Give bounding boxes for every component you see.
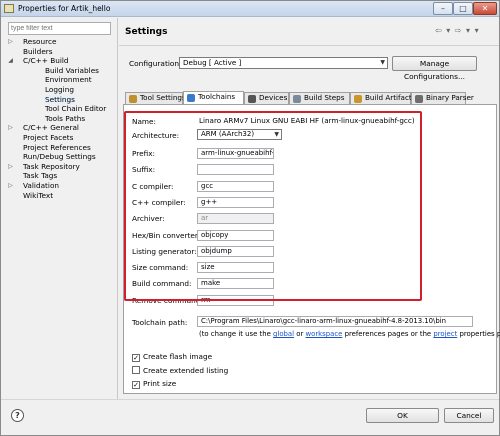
tree-item-label: WikiText [23, 190, 54, 200]
maximize-button[interactable]: □ [453, 2, 473, 15]
tree-item-builders[interactable]: Builders [23, 47, 53, 57]
configuration-select[interactable]: Debug [ Active ] ▼ [179, 57, 388, 69]
tree-item-label: C/C++ General [23, 123, 79, 133]
toolchain-note: (to change it use the global or workspac… [199, 330, 500, 338]
properties-window: Properties for Artik_hello – □ ✕ ▷ Resour… [0, 0, 500, 436]
tab-label: Build Artifact [365, 93, 412, 102]
toolchain-path-label: Toolchain path: [132, 318, 188, 327]
tree-item-label: Project References [23, 142, 91, 152]
tab-icon [248, 95, 256, 103]
checkbox-label: Create extended listing [143, 365, 229, 375]
tree-item-label: Project Facets [23, 133, 74, 142]
tree-item-label: Build Variables [45, 65, 99, 75]
tree-item-tools-paths[interactable]: Tools Paths [45, 114, 85, 124]
close-button[interactable]: ✕ [473, 2, 497, 15]
tree-item-label: Builders [23, 46, 53, 56]
tree-item-label: Task Repository [23, 161, 80, 171]
tree-item-environment[interactable]: Environment [45, 75, 92, 85]
tree-item-resource[interactable]: Resource [23, 37, 56, 47]
checkbox-create-flash-image[interactable]: ✓ Create flash image [132, 352, 212, 362]
properties-tree: ▷ Resource Builders ◢ C/C++ Build Build Varia… [5, 37, 115, 399]
tab-label: Toolchains [198, 92, 236, 101]
checkbox-label: Print size [143, 379, 177, 388]
tree-expand-icon[interactable]: ▷ [7, 163, 14, 170]
tree-item-c-c-build[interactable]: C/C++ Build [23, 56, 69, 66]
app-icon [4, 4, 14, 13]
footer-separator [1, 399, 499, 400]
cancel-button[interactable]: Cancel [444, 408, 494, 423]
window-title: Properties for Artik_hello [18, 4, 111, 13]
tab-label: Tool Settings [140, 93, 186, 102]
tab-icon [129, 95, 137, 103]
configuration-label: Configuration: [129, 59, 182, 68]
tree-item-label: Run/Debug Settings [23, 152, 96, 162]
project-link[interactable]: project [433, 330, 457, 338]
tree-item-logging[interactable]: Logging [45, 85, 74, 95]
note-text: preferences pages or the [342, 330, 434, 338]
toolchain-path-field[interactable]: C:\Program Files\Linaro\gcc-linaro-arm-l… [197, 316, 473, 327]
tab-icon [415, 95, 423, 103]
workspace-link[interactable]: workspace [306, 330, 343, 338]
tree-item-label: Validation [23, 181, 60, 190]
checkbox-create-extended-listing[interactable]: Create extended listing [132, 365, 229, 375]
configuration-value: Debug [ Active ] [183, 58, 242, 67]
chevron-down-icon: ▼ [380, 59, 385, 66]
help-icon[interactable]: ? [11, 409, 24, 422]
ok-button[interactable]: OK [366, 408, 439, 423]
checkbox-print-size[interactable]: ✓ Print size [132, 379, 176, 389]
header-separator [119, 45, 499, 46]
note-text: properties pa [459, 330, 500, 338]
tree-item-label: Environment [45, 75, 92, 85]
checkbox-box[interactable] [132, 365, 140, 374]
manage-configurations-button[interactable]: Manage Configurations... [392, 56, 477, 81]
tree-item-build-variables[interactable]: Build Variables [45, 66, 99, 76]
tree-item-tool-chain-editor[interactable]: Tool Chain Editor [45, 104, 106, 114]
tree-item-label: Logging [45, 85, 74, 94]
tree-item-run-debug-settings[interactable]: Run/Debug Settings [23, 152, 96, 162]
tab-tool-settings[interactable]: Tool Settings [125, 92, 186, 104]
checkbox-label: Create flash image [143, 352, 213, 361]
tab-icon [293, 95, 301, 103]
tree-item-label: Task Tags [23, 171, 58, 181]
global-link[interactable]: global [273, 330, 294, 338]
tab-label: Devices [259, 93, 288, 102]
tree-expand-icon[interactable]: ▷ [7, 38, 14, 45]
tree-item-label: Tool Chain Editor [45, 104, 107, 114]
tab-icon [187, 94, 195, 102]
tree-item-label: Settings [45, 94, 75, 104]
tree-item-task-repository[interactable]: Task Repository [23, 162, 80, 172]
splitter[interactable] [117, 18, 118, 400]
tab-binary-parser[interactable]: Binary Parser [411, 92, 474, 104]
tree-item-c-c-general[interactable]: C/C++ General [23, 123, 79, 133]
tree-item-settings[interactable]: Settings [45, 94, 75, 105]
checkbox-box[interactable]: ✓ [132, 381, 140, 389]
tab-devices[interactable]: Devices [244, 92, 289, 104]
tree-item-task-tags[interactable]: Task Tags [23, 171, 57, 181]
tab-build-steps[interactable]: Build Steps [289, 92, 350, 104]
title-bar[interactable]: Properties for Artik_hello – □ ✕ [1, 1, 499, 17]
history-nav-icons[interactable]: ⇦ ▾ ⇨ ▾ ▾ [435, 26, 480, 35]
tab-toolchains[interactable]: Toolchains [183, 91, 244, 104]
tree-expand-icon[interactable]: ▷ [7, 124, 14, 131]
tree-item-label: C/C++ Build [23, 56, 69, 66]
page-title: Settings [125, 27, 168, 37]
note-text: (to change it use the [199, 330, 274, 338]
tree-expand-icon[interactable]: ▷ [7, 182, 14, 189]
note-text: or [294, 330, 306, 338]
annotation-highlight-box [124, 111, 422, 301]
tab-label: Binary Parser [426, 93, 474, 102]
tab-icon [354, 95, 362, 103]
tab-label: Build Steps [304, 93, 345, 102]
tree-expand-icon[interactable]: ◢ [7, 57, 14, 64]
tree-item-project-facets[interactable]: Project Facets [23, 133, 73, 143]
checkbox-box[interactable]: ✓ [132, 354, 140, 362]
filter-input[interactable] [8, 22, 111, 35]
tree-item-label: Tools Paths [45, 113, 86, 123]
tree-item-label: Resource [23, 37, 57, 46]
tab-build-artifact[interactable]: Build Artifact [350, 92, 412, 104]
minimize-button[interactable]: – [433, 2, 453, 15]
tree-item-validation[interactable]: Validation [23, 181, 59, 191]
tree-item-wikitext[interactable]: WikiText [23, 191, 53, 201]
tree-item-project-references[interactable]: Project References [23, 143, 91, 153]
